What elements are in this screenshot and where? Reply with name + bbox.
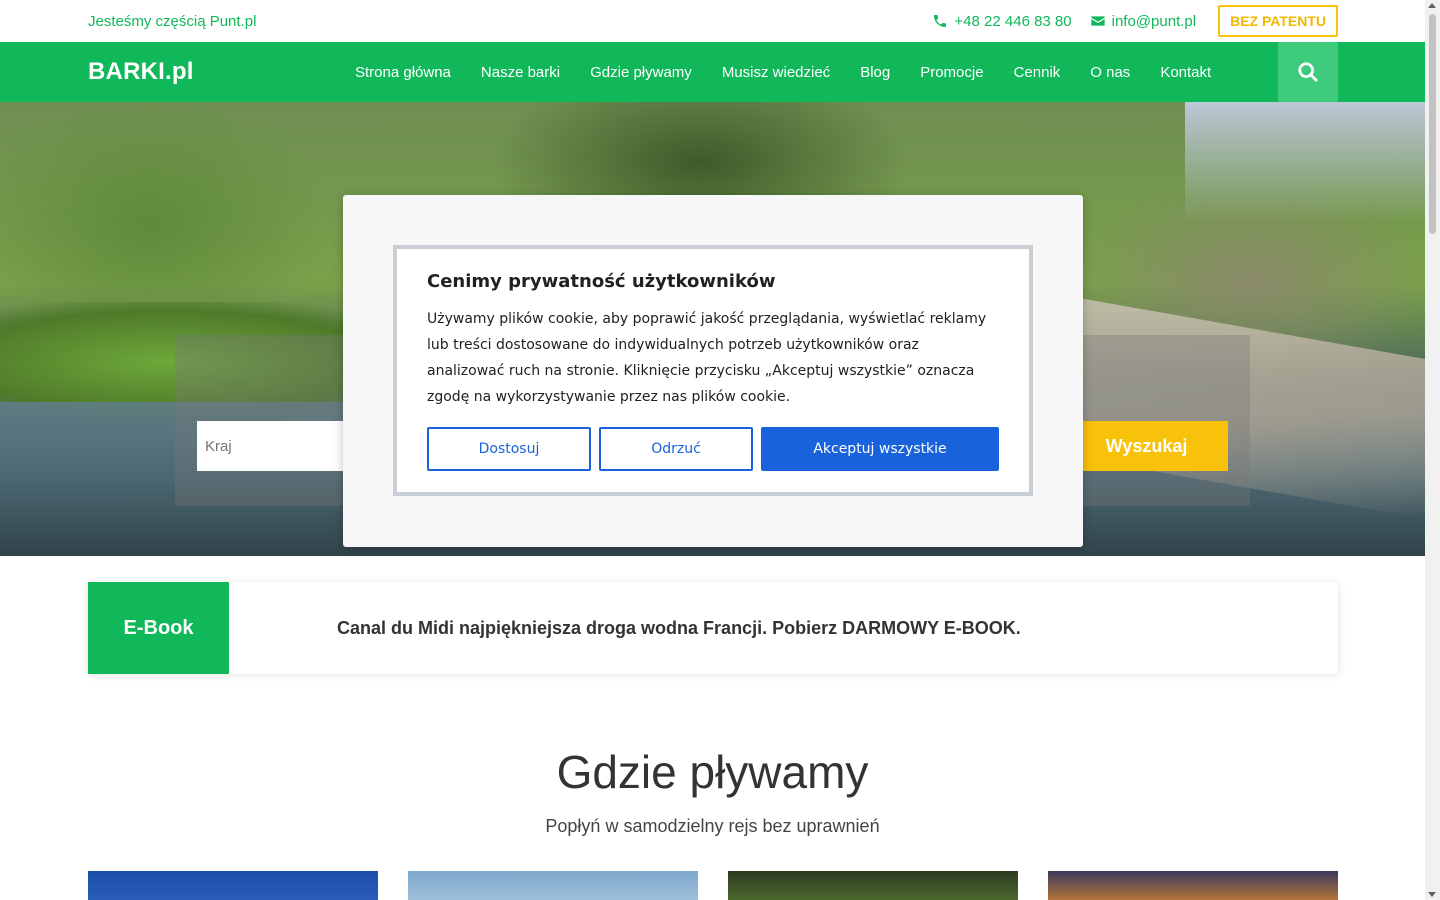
nav-item-strona-glowna[interactable]: Strona główna	[340, 64, 466, 81]
nav-item-gdzie-plywamy[interactable]: Gdzie pływamy	[575, 64, 707, 81]
top-contacts: +48 22 446 83 80 info@punt.pl BEZ PATENT…	[932, 5, 1338, 37]
email-address: info@punt.pl	[1111, 12, 1197, 30]
cookie-title: Cenimy prywatność użytkowników	[427, 271, 776, 292]
phone-icon	[934, 15, 947, 27]
customize-button[interactable]: Dostosuj	[427, 427, 591, 471]
envelope-icon	[1090, 16, 1105, 26]
site-logo[interactable]: BARKI.pl	[88, 58, 194, 86]
bez-patentu-button[interactable]: BEZ PATENTU	[1218, 5, 1338, 37]
ebook-text[interactable]: Canal du Midi najpiękniejsza droga wodna…	[337, 618, 1021, 639]
hero-sky	[1185, 102, 1425, 222]
scroll-up-icon[interactable]	[1428, 3, 1436, 8]
email-contact[interactable]: info@punt.pl	[1090, 13, 1196, 30]
nav-item-kontakt[interactable]: Kontakt	[1145, 64, 1226, 81]
section-title: Gdzie pływamy	[556, 746, 869, 798]
destination-card[interactable]	[88, 871, 378, 900]
accept-all-button[interactable]: Akceptuj wszystkie	[761, 427, 999, 471]
nav-item-promocje[interactable]: Promocje	[905, 64, 998, 81]
nav-item-nasze-barki[interactable]: Nasze barki	[466, 64, 575, 81]
ebook-tag: E-Book	[88, 582, 229, 674]
cookie-consent-box: Cenimy prywatność użytkowników Używamy p…	[393, 245, 1033, 496]
cookie-text: Używamy plików cookie, aby poprawić jako…	[427, 311, 987, 405]
destination-card[interactable]	[728, 871, 1018, 900]
nav-item-blog[interactable]: Blog	[845, 64, 905, 81]
nav-menu: Strona główna Nasze barki Gdzie pływamy …	[340, 42, 1226, 102]
page: Jesteśmy częścią Punt.pl +48 22 446 83 8…	[0, 0, 1425, 900]
nav-search-button[interactable]	[1278, 42, 1338, 102]
search-submit-button[interactable]: Wyszukaj	[1065, 421, 1228, 471]
nav-item-musisz-wiedziec[interactable]: Musisz wiedzieć	[707, 64, 845, 81]
scroll-down-icon[interactable]	[1428, 892, 1436, 897]
page-scrollbar[interactable]	[1425, 0, 1440, 900]
punt-link[interactable]: Jesteśmy częścią Punt.pl	[88, 13, 256, 30]
cookie-buttons: Dostosuj Odrzuć Akceptuj wszystkie	[427, 427, 999, 471]
section-subtitle: Popłyń w samodzielny rejs bez uprawnień	[545, 816, 880, 836]
search-icon	[1298, 62, 1318, 82]
nav-item-o-nas[interactable]: O nas	[1075, 64, 1145, 81]
phone-number: +48 22 446 83 80	[954, 12, 1072, 30]
scrollbar-thumb[interactable]	[1429, 14, 1436, 234]
destination-card[interactable]	[408, 871, 698, 900]
ebook-banner[interactable]: E-Book Canal du Midi najpiękniejsza drog…	[88, 582, 1338, 674]
destination-card[interactable]	[1048, 871, 1338, 900]
main-nav: BARKI.pl Strona główna Nasze barki Gdzie…	[0, 42, 1425, 102]
destination-cards	[88, 871, 1338, 900]
top-bar: Jesteśmy częścią Punt.pl +48 22 446 83 8…	[0, 0, 1425, 42]
nav-item-cennik[interactable]: Cennik	[999, 64, 1076, 81]
cookie-consent-modal: Cenimy prywatność użytkowników Używamy p…	[343, 195, 1083, 547]
phone-contact[interactable]: +48 22 446 83 80	[932, 12, 1072, 30]
reject-button[interactable]: Odrzuć	[599, 427, 753, 471]
